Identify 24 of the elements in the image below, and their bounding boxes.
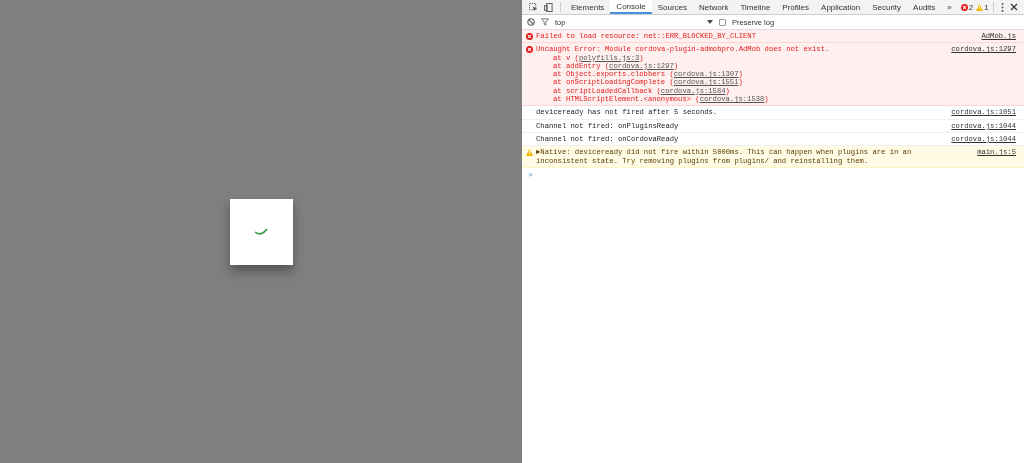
error-icon xyxy=(526,33,533,40)
devtools-tab[interactable]: Security xyxy=(866,0,908,14)
caret-icon xyxy=(707,20,713,24)
devtools-tab[interactable]: Timeline xyxy=(734,0,777,14)
device-icon[interactable] xyxy=(541,0,556,14)
devtools-tab[interactable]: Console xyxy=(610,0,652,14)
warning-icon xyxy=(526,149,533,157)
preserve-log-checkbox[interactable] xyxy=(719,18,726,26)
error-icon xyxy=(960,3,968,11)
warning-count[interactable]: 1 xyxy=(976,2,989,12)
error-icon xyxy=(526,46,533,54)
devtools-tab[interactable]: Audits xyxy=(907,0,942,14)
devtools-tab[interactable]: Network xyxy=(693,0,735,14)
clear-icon[interactable] xyxy=(527,18,535,26)
devtools-tab[interactable]: Sources xyxy=(651,0,694,14)
devtools-tab[interactable]: Elements xyxy=(565,0,611,14)
console-prompt[interactable]: > xyxy=(522,167,1024,181)
more-tabs-button[interactable]: » xyxy=(941,0,958,14)
error-count[interactable]: 2 xyxy=(960,2,974,12)
warning-icon xyxy=(976,3,984,11)
devtools-tab[interactable]: Application xyxy=(815,0,867,14)
spinner-icon xyxy=(254,227,268,236)
filter-icon[interactable] xyxy=(541,18,549,26)
devtools-tab[interactable]: Profiles xyxy=(776,0,816,14)
